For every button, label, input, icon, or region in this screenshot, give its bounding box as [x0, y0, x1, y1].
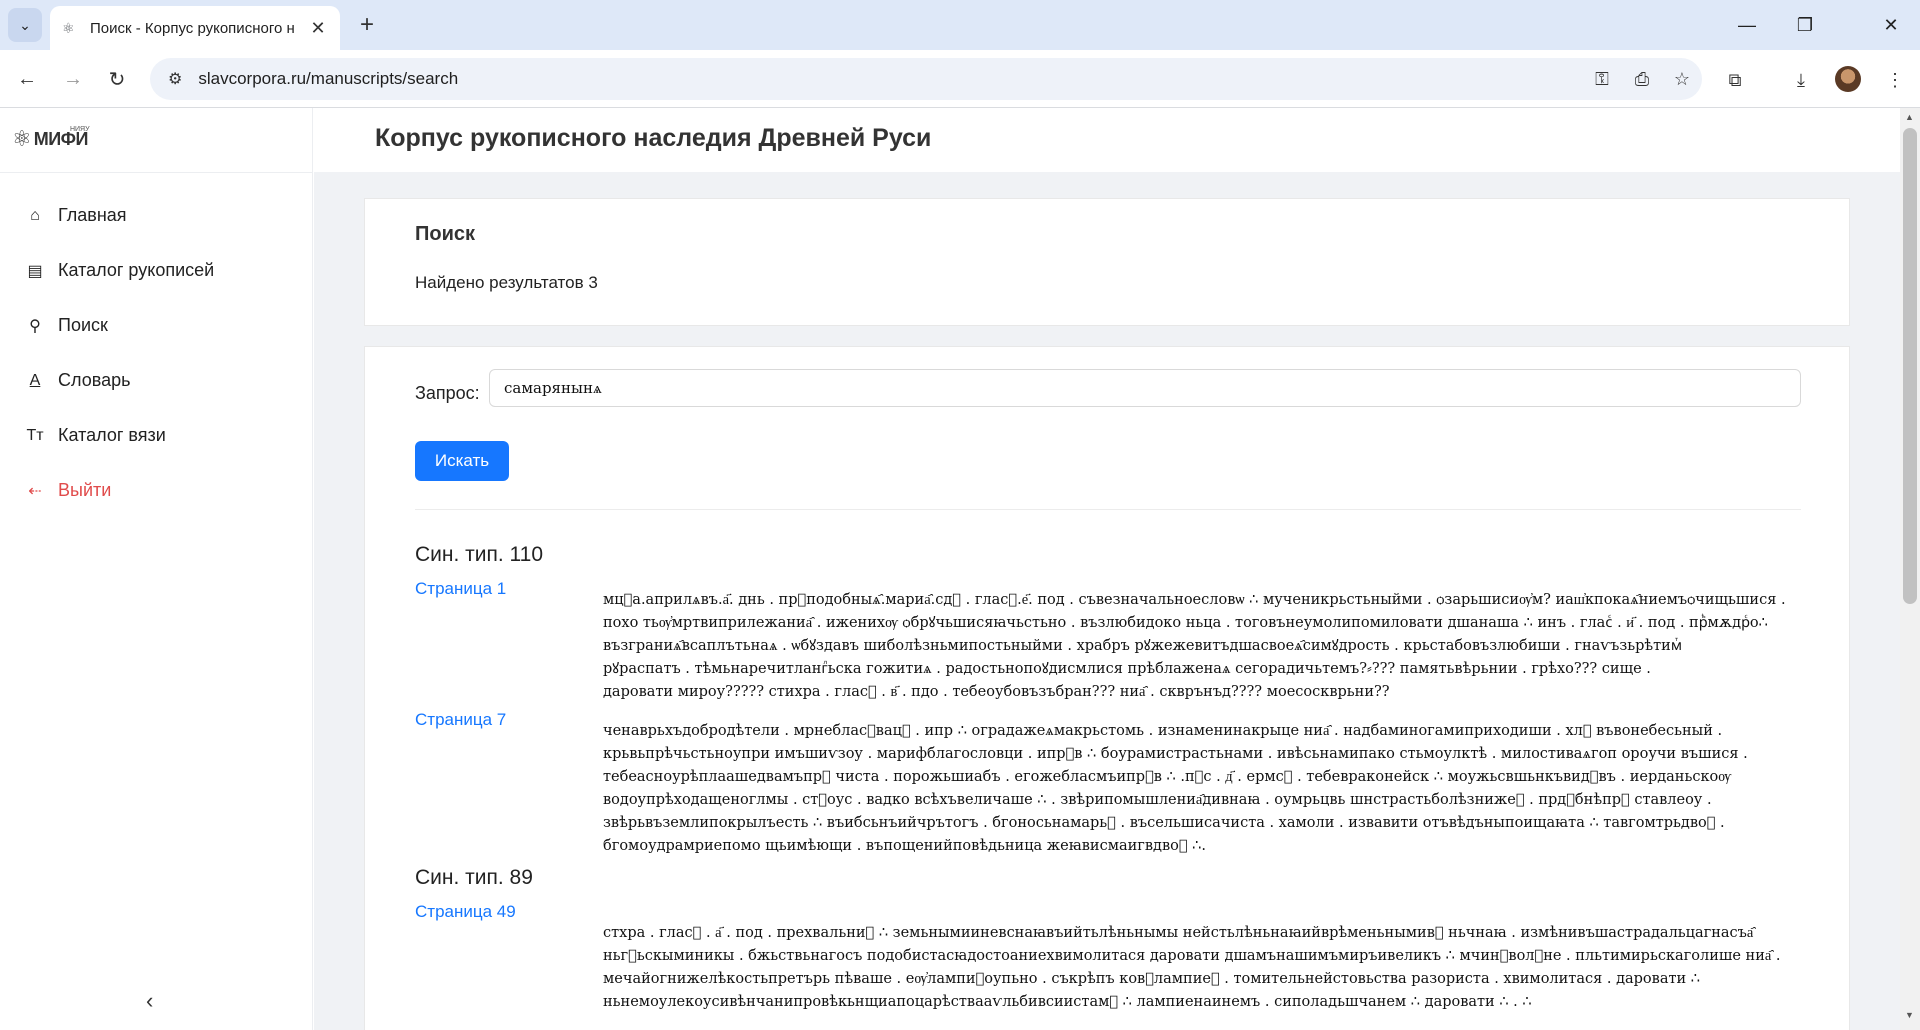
collapse-sidebar-icon[interactable]: ‹ [146, 988, 153, 1014]
page-link[interactable]: Страница 49 [415, 902, 603, 1014]
page-text: ченаврьхъдобродѣтели . мрнебласⷭвацⷯ . и… [603, 710, 1801, 858]
restore-icon[interactable]: ❐ [1776, 0, 1834, 50]
sidebar-item-home[interactable]: ⌂ Главная [0, 188, 313, 243]
search-form-card: Запрос: Искать Син. тип. 110 Страница 1 … [364, 346, 1850, 1030]
new-tab-plus-icon[interactable]: + [352, 10, 382, 40]
address-bar[interactable]: ⚙ slavcorpora.ru/manuscripts/search ⚿ ⎙ … [150, 58, 1702, 100]
downloads-icon[interactable]: ⤓ [1786, 66, 1816, 94]
text-line: възграниѧ҄всаплътьнаѧ . ѡбꙋздавъ шиболѣз… [603, 638, 1682, 654]
sidebar-item-label: Словарь [58, 370, 131, 390]
forward-arrow-icon[interactable]: → [56, 62, 90, 96]
dictionary-icon: A [29, 371, 41, 389]
sidebar-item-label: Каталог вязи [58, 425, 166, 445]
browser-toolbar: ← → ↻ ⚙ slavcorpora.ru/manuscripts/searc… [0, 50, 1920, 108]
extensions-puzzle-icon[interactable]: ⧉ [1720, 66, 1750, 94]
reload-icon[interactable]: ↻ [100, 62, 134, 96]
result-page: Страница 7 ченаврьхъдобродѣтели . мрнебл… [415, 710, 1801, 858]
divider [415, 509, 1801, 510]
text-line: крьвьпрѣчьстьноупри имъшиѵзоу . марифбла… [603, 746, 1748, 762]
text-line: даровати мироу????? стихра . гласⷭ . в҃ … [603, 684, 1390, 700]
text-line: ньгⷧьскыминикы . бжьствьнагосъ подобиста… [603, 948, 1781, 964]
page-text: стхра . гласⷭ . а҃ . под . прехвальниⷮ ∴… [603, 902, 1801, 1014]
browser-tabstrip: ⌄ ⚛ Поиск - Корпус рукописного н ✕ + — ❐… [0, 0, 1920, 50]
sidebar-item-label: Поиск [58, 315, 108, 335]
scroll-up-icon[interactable]: ▲ [1905, 112, 1914, 122]
sidebar-divider [0, 172, 313, 173]
results-count: Найдено результатов 3 [415, 273, 598, 292]
text-line: звѣрьвъземлипокрылъесть ∴ въибсьнъийчрът… [603, 815, 1725, 831]
result-page: Страница 49 стхра . гласⷭ . а҃ . под . п… [415, 902, 1801, 1014]
sidebar-item-label: Каталог рукописей [58, 260, 215, 280]
result-item: Син. тип. 89 Страница 49 стхра . гласⷭ .… [415, 866, 1801, 1014]
sidebar-item-dictionary[interactable]: A Словарь [0, 353, 313, 408]
page-title: Корпус рукописного наследия Древней Руси [375, 124, 932, 152]
text-line: стхра . гласⷭ . а҃ . под . прехвальниⷮ ∴… [603, 925, 1754, 941]
web-page: ⚛ МИФИ НИЯУ ⌂ Главная ▤ Каталог рукописе… [0, 108, 1920, 1030]
query-label: Запрос: [415, 383, 480, 403]
book-icon: ▤ [27, 262, 43, 280]
results-list: Син. тип. 110 Страница 1 мцⷭа.априлѧвъ.а… [415, 543, 1801, 1014]
page-link[interactable]: Страница 7 [415, 710, 603, 858]
sidebar-item-label: Главная [58, 205, 127, 225]
page-text: мцⷭа.априлѧвъ.а҃. днь . прⷺподобныѧ҄.мар… [603, 579, 1801, 704]
address-url[interactable]: slavcorpora.ru/manuscripts/search [198, 69, 1582, 89]
sidebar: ⚛ МИФИ НИЯУ ⌂ Главная ▤ Каталог рукописе… [0, 108, 313, 1030]
home-icon: ⌂ [30, 206, 40, 224]
scroll-down-icon[interactable]: ▼ [1905, 1010, 1914, 1020]
text-line: похо тьѹ҆мртвиприлежаниа҄ . иженихѹ ѻбрꙋ… [603, 615, 1768, 631]
tab-title: Поиск - Корпус рукописного н [90, 19, 295, 37]
tab-close-icon[interactable]: ✕ [308, 18, 328, 39]
sidebar-menu: ⌂ Главная ▤ Каталог рукописей ⚲ Поиск A … [0, 188, 313, 518]
search-summary-card: Поиск Найдено результатов 3 [364, 198, 1850, 326]
logo-sup-text: НИЯУ [69, 125, 90, 133]
text-line: мечайогнижелѣкостьпретърь пѣваше . еѹ҆ла… [603, 971, 1700, 987]
browser-tab-active[interactable]: ⚛ Поиск - Корпус рукописного н ✕ [50, 6, 340, 50]
scrollbar-thumb[interactable] [1903, 128, 1917, 604]
result-item: Син. тип. 110 Страница 1 мцⷭа.априлѧвъ.а… [415, 543, 1801, 858]
page-header: Корпус рукописного наследия Древней Руси [314, 108, 1900, 172]
result-page: Страница 1 мцⷭа.априлѧвъ.а҃. днь . прⷺпо… [415, 579, 1801, 704]
tab-search-chevron-icon[interactable]: ⌄ [8, 8, 42, 42]
page-link[interactable]: Страница 1 [415, 579, 603, 704]
sidebar-item-label: Выйти [58, 480, 112, 500]
mephi-logo[interactable]: ⚛ МИФИ НИЯУ [12, 122, 90, 156]
password-key-icon[interactable]: ⚿ [1582, 69, 1622, 90]
minimize-icon[interactable]: — [1718, 0, 1776, 50]
text-line: ченаврьхъдобродѣтели . мрнебласⷭвацⷯ . и… [603, 723, 1723, 739]
query-input[interactable] [489, 369, 1801, 407]
bookmark-star-icon[interactable]: ☆ [1662, 69, 1702, 90]
favicon-icon: ⚛ [62, 20, 75, 36]
result-title: Син. тип. 89 [415, 866, 533, 889]
search-heading: Поиск [415, 223, 476, 245]
window-close-icon[interactable]: ✕ [1862, 0, 1920, 50]
text-line: тебеасноурѣплаашедвамъпрⷺ чиста . порожь… [603, 769, 1732, 785]
site-info-icon[interactable]: ⚙ [168, 69, 182, 89]
logout-icon: ⇠ [28, 482, 42, 500]
text-line: рꙋраспатъ . тѣмьнаречитлангⷧьска гожитиѧ… [603, 661, 1651, 677]
result-title: Син. тип. 110 [415, 543, 544, 566]
page-scrollbar[interactable]: ▲ ▼ [1900, 108, 1920, 1030]
main-content: Корпус рукописного наследия Древней Руси… [314, 108, 1900, 1030]
text-line: ньнемоулекоусивѣнчанипровѣкьнщиапоцарѣст… [603, 994, 1532, 1010]
search-button[interactable]: Искать [415, 441, 509, 481]
text-line: мцⷭа.априлѧвъ.а҃. днь . прⷺподобныѧ҄.мар… [603, 592, 1786, 608]
atom-logo-icon: ⚛ [12, 126, 32, 151]
sidebar-item-ligature-catalog[interactable]: Tт Каталог вязи [0, 408, 313, 463]
text-line: бгомоудрамриепомо щьимѣющи . въпощенийпо… [603, 838, 1207, 854]
install-app-icon[interactable]: ⎙ [1622, 69, 1662, 90]
font-icon: Tт [26, 426, 44, 444]
back-arrow-icon[interactable]: ← [10, 62, 44, 96]
search-icon: ⚲ [29, 317, 41, 335]
profile-avatar[interactable] [1835, 66, 1861, 92]
sidebar-item-catalog[interactable]: ▤ Каталог рукописей [0, 243, 313, 298]
sidebar-item-search[interactable]: ⚲ Поиск [0, 298, 313, 353]
sidebar-item-logout[interactable]: ⇠ Выйти [0, 463, 313, 518]
text-line: водоупрѣходащеноглмы . стⷭоус . вадко вс… [603, 792, 1712, 808]
browser-menu-icon[interactable]: ⋮ [1880, 66, 1910, 94]
